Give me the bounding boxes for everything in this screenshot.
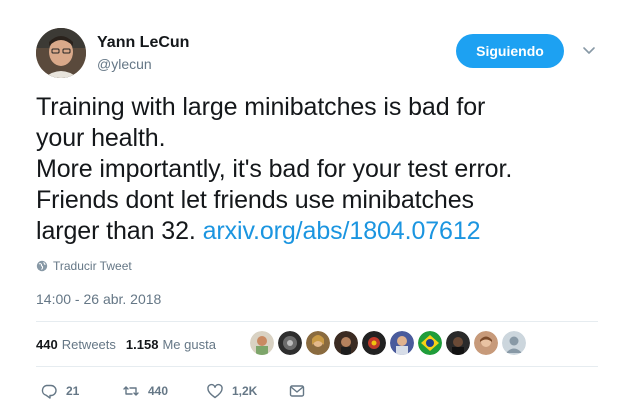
divider	[36, 366, 598, 367]
following-button[interactable]: Siguiendo	[456, 34, 564, 68]
retweet-icon	[123, 386, 139, 396]
author-handle[interactable]: @ylecun	[97, 56, 152, 72]
liker-avatar[interactable]	[474, 331, 498, 355]
liker-avatar[interactable]	[306, 331, 330, 355]
tweet-card: Yann LeCun @ylecun Siguiendo Training wi…	[0, 0, 633, 418]
liker-avatar[interactable]	[390, 331, 414, 355]
liker-avatar[interactable]	[278, 331, 302, 355]
liker-avatars	[250, 331, 526, 355]
translate-tweet-button[interactable]: Traducir Tweet	[36, 259, 132, 273]
likes-stat[interactable]: 1.158 Me gusta	[126, 337, 216, 352]
envelope-icon	[289, 385, 305, 397]
liker-avatar[interactable]	[334, 331, 358, 355]
chevron-down-icon	[583, 47, 595, 54]
retweets-stat[interactable]: 440 Retweets	[36, 337, 116, 352]
divider	[36, 321, 598, 322]
liker-avatar[interactable]	[362, 331, 386, 355]
tweet-menu-chevron[interactable]	[580, 42, 598, 60]
following-button-label: Siguiendo	[476, 43, 544, 59]
likes-label: Me gusta	[162, 336, 216, 352]
liker-avatar[interactable]	[446, 331, 470, 355]
author-avatar-image	[36, 28, 86, 78]
like-button[interactable]: 1,2K	[206, 382, 288, 400]
heart-icon	[207, 383, 223, 399]
tweet-stats: 440 Retweets 1.158 Me gusta	[36, 333, 226, 355]
translate-label: Traducir Tweet	[53, 259, 132, 273]
liker-avatar[interactable]	[250, 331, 274, 355]
tweet-actions: 21 440 1,2K	[40, 381, 306, 401]
author-name[interactable]: Yann LeCun	[97, 34, 189, 52]
liker-avatar[interactable]	[418, 331, 442, 355]
retweet-count: 440	[148, 384, 169, 398]
tweet-timestamp[interactable]: 14:00 - 26 abr. 2018	[36, 291, 161, 307]
reply-count: 21	[66, 384, 80, 398]
tweet-text: Training with large minibatches is bad f…	[36, 92, 616, 247]
likes-count: 1.158	[125, 336, 159, 352]
retweets-label: Retweets	[61, 336, 116, 352]
tweet-link[interactable]: arxiv.org/abs/1804.07612	[203, 217, 481, 245]
like-count: 1,2K	[232, 384, 258, 398]
retweet-button[interactable]: 440	[122, 382, 206, 400]
retweets-count: 440	[36, 336, 58, 352]
liker-avatar[interactable]	[502, 331, 526, 355]
globe-icon	[36, 260, 48, 272]
reply-button[interactable]: 21	[40, 382, 122, 400]
author-avatar[interactable]	[36, 28, 86, 78]
direct-message-button[interactable]	[288, 382, 306, 400]
reply-icon	[41, 384, 57, 399]
